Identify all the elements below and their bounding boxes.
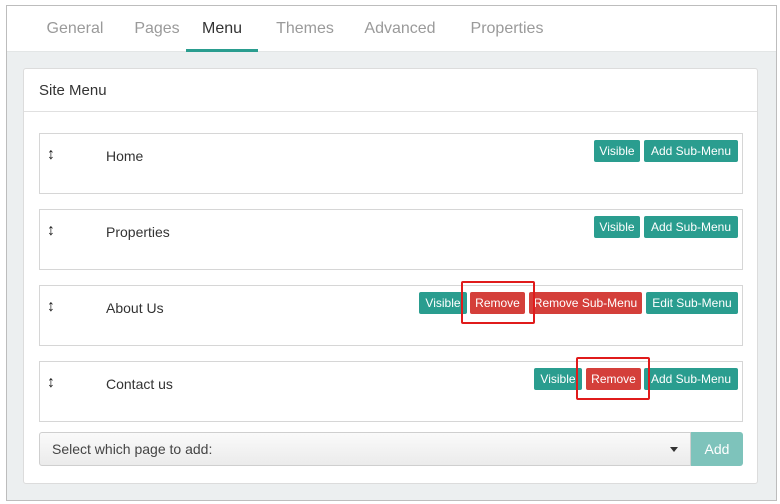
settings-window: General Pages Menu Themes Advanced Prope…: [6, 5, 777, 501]
drag-handle-icon[interactable]: ↕: [47, 223, 57, 241]
menu-item-label: Contact us: [106, 376, 173, 392]
menu-item-contact-us: ↕ Contact us Visible Remove Add Sub-Menu: [39, 357, 743, 422]
remove-sub-menu-button[interactable]: Remove Sub-Menu: [529, 292, 642, 314]
menu-item-properties: ↕ Properties Visible Add Sub-Menu: [39, 209, 743, 270]
tab-themes[interactable]: Themes: [267, 6, 343, 52]
visible-button[interactable]: Visible: [594, 216, 640, 238]
tab-menu[interactable]: Menu: [186, 6, 258, 52]
menu-item-label: About Us: [106, 300, 164, 316]
add-page-button[interactable]: Add: [691, 432, 743, 466]
site-menu-panel: Site Menu ↕ Home Visible Add Sub-Menu ↕ …: [23, 68, 758, 484]
drag-handle-icon[interactable]: ↕: [47, 299, 57, 317]
visible-button[interactable]: Visible: [534, 368, 582, 390]
visible-button[interactable]: Visible: [594, 140, 640, 162]
menu-item-home: ↕ Home Visible Add Sub-Menu: [39, 133, 743, 194]
add-sub-menu-button[interactable]: Add Sub-Menu: [644, 140, 738, 162]
tab-pages[interactable]: Pages: [125, 6, 189, 52]
tab-general[interactable]: General: [25, 6, 125, 52]
edit-sub-menu-button[interactable]: Edit Sub-Menu: [646, 292, 738, 314]
visible-button[interactable]: Visible: [419, 292, 467, 314]
menu-item-label: Properties: [106, 224, 170, 240]
menu-item-label: Home: [106, 148, 144, 164]
panel-title: Site Menu: [24, 69, 757, 112]
remove-button[interactable]: Remove: [470, 292, 525, 314]
add-page-placeholder: Select which page to add:: [52, 441, 213, 457]
tab-advanced[interactable]: Advanced: [355, 6, 445, 52]
add-sub-menu-button[interactable]: Add Sub-Menu: [644, 368, 738, 390]
tab-properties[interactable]: Properties: [459, 6, 555, 52]
remove-button[interactable]: Remove: [586, 368, 641, 390]
add-page-select[interactable]: Select which page to add:: [39, 432, 691, 466]
drag-handle-icon[interactable]: ↕: [47, 375, 57, 393]
caret-down-icon: [670, 447, 678, 452]
add-sub-menu-button[interactable]: Add Sub-Menu: [644, 216, 738, 238]
tab-bar: General Pages Menu Themes Advanced Prope…: [7, 6, 776, 52]
menu-item-about-us: ↕ About Us Visible Remove Remove Sub-Men…: [39, 281, 743, 346]
drag-handle-icon[interactable]: ↕: [47, 147, 57, 165]
